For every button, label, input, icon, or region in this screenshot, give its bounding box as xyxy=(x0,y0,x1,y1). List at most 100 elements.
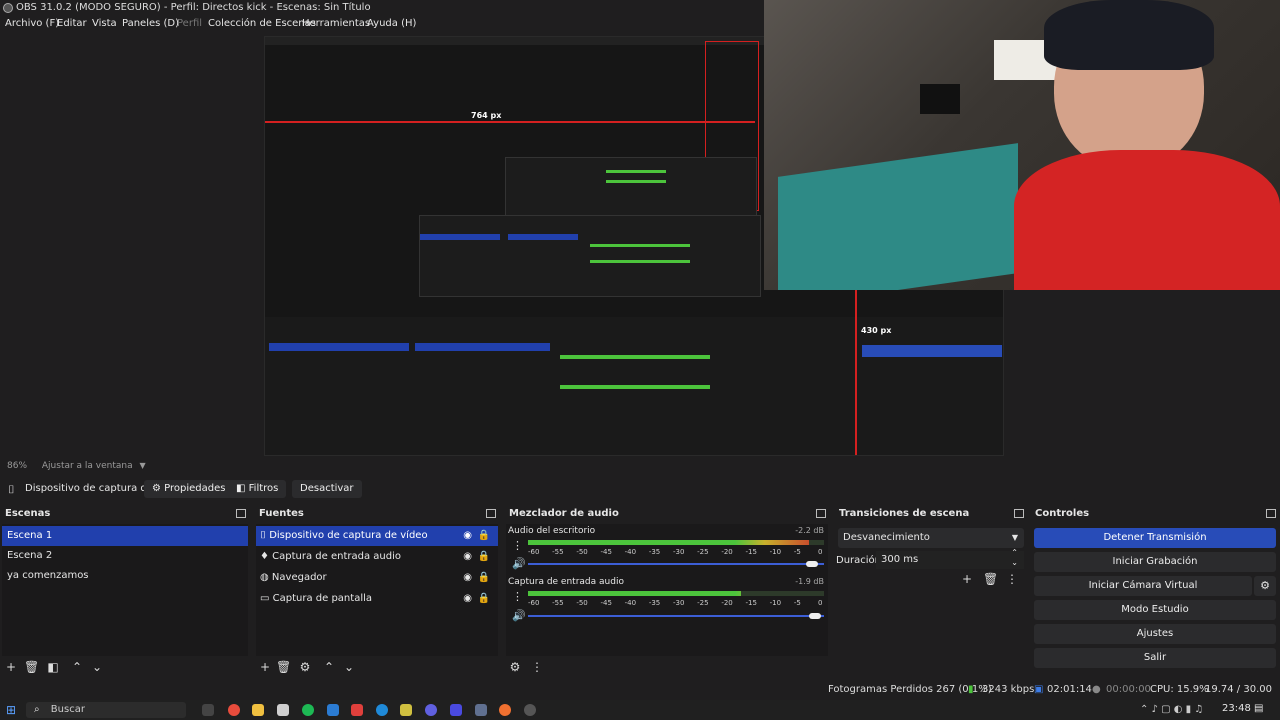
task-view-icon[interactable] xyxy=(202,704,214,716)
undock-icon[interactable] xyxy=(1014,509,1024,518)
eye-icon[interactable]: ◉ xyxy=(463,526,472,546)
eye-icon[interactable]: ◉ xyxy=(463,568,472,588)
meter-tick-label: -20 xyxy=(721,548,733,556)
undock-icon[interactable] xyxy=(1266,509,1276,518)
speaker-icon[interactable]: 🔊 xyxy=(512,557,526,570)
filters-button[interactable]: ◧ Filtros xyxy=(228,480,287,498)
menu-perfil[interactable]: Perfil xyxy=(177,16,202,32)
scene-item[interactable]: Escena 1 xyxy=(2,526,248,546)
mixer-settings-icon[interactable]: ⚙ xyxy=(508,660,522,674)
eye-icon[interactable]: ◉ xyxy=(463,547,472,567)
lock-icon[interactable]: 🔒 xyxy=(478,568,490,588)
menu-vista[interactable]: Vista xyxy=(92,16,117,32)
add-icon[interactable]: + xyxy=(4,660,18,674)
source-label: Dispositivo de captura de vídeo xyxy=(269,530,428,541)
app-icon[interactable] xyxy=(351,704,363,716)
exit-button[interactable]: Salir xyxy=(1034,648,1276,668)
studio-mode-button[interactable]: Modo Estudio xyxy=(1034,600,1276,620)
gear-icon[interactable]: ⚙ xyxy=(298,660,312,674)
meter-tick-label: -45 xyxy=(600,548,612,556)
arrow-down-icon[interactable]: ⌄ xyxy=(342,660,356,674)
trash-icon[interactable]: 🗑 xyxy=(24,660,39,674)
stop-streaming-button[interactable]: Detener Transmisión xyxy=(1034,528,1276,548)
undock-icon[interactable] xyxy=(816,509,826,518)
zoom-indicator[interactable]: 86% Ajustar a la ventana ▼ xyxy=(7,461,146,471)
file-explorer-icon[interactable] xyxy=(252,704,264,716)
meter-tick-label: -40 xyxy=(624,548,637,556)
outlook-icon[interactable] xyxy=(327,704,339,716)
scenes-dock: Escenas Escena 1 Escena 2 ya comenzamos … xyxy=(0,506,250,678)
windows-start-icon[interactable]: ⊞ xyxy=(6,703,16,717)
speaker-icon[interactable]: 🔊 xyxy=(512,609,526,622)
lock-icon[interactable]: 🔒 xyxy=(478,547,490,567)
spinner-icon[interactable]: ⌃ ⌄ xyxy=(1011,548,1018,568)
kebab-menu-icon[interactable]: ⋮ xyxy=(530,660,544,674)
meter-tick-label: -60 xyxy=(528,548,540,556)
undock-icon[interactable] xyxy=(236,509,246,518)
volume-slider-knob[interactable] xyxy=(809,613,822,619)
nested-docks xyxy=(265,317,1003,455)
spotify-icon[interactable] xyxy=(302,704,314,716)
edge-icon[interactable] xyxy=(376,704,388,716)
add-icon[interactable]: + xyxy=(960,572,974,586)
meter-tick-label: -10 xyxy=(769,548,782,556)
kebab-menu-icon[interactable]: ⋮ xyxy=(1005,572,1019,586)
app-icon[interactable] xyxy=(475,704,487,716)
properties-button[interactable]: ⚙ Propiedades xyxy=(144,480,234,498)
kebab-menu-icon[interactable]: ⋮ xyxy=(512,590,523,603)
start-recording-button[interactable]: Iniciar Grabación xyxy=(1034,552,1276,572)
taskbar-search[interactable]: ⌕ Buscar xyxy=(26,702,186,718)
lock-icon[interactable]: 🔒 xyxy=(478,526,490,546)
app-icon[interactable] xyxy=(400,704,412,716)
eye-icon[interactable]: ◉ xyxy=(463,589,472,609)
notepad-icon[interactable] xyxy=(277,704,289,716)
notifications-icon[interactable]: ▤ xyxy=(1254,703,1263,714)
firefox-icon[interactable] xyxy=(499,704,511,716)
system-tray-icons[interactable]: ⌃ ♪ ▢ ◐ ▮ ♫ xyxy=(1140,704,1203,715)
webcam-blanket xyxy=(778,143,1018,290)
menu-ayuda[interactable]: Ayuda (H) xyxy=(367,16,416,32)
scene-item[interactable]: ya comenzamos xyxy=(2,566,248,586)
sources-dock-header: Fuentes xyxy=(254,506,500,522)
measure-label-wide: 764 px xyxy=(471,111,502,120)
settings-button[interactable]: Ajustes xyxy=(1034,624,1276,644)
source-item[interactable]: ♦ Captura de entrada audio ◉ 🔒 xyxy=(256,547,498,567)
menu-editar[interactable]: Editar xyxy=(57,16,87,32)
meter-tick-label: -25 xyxy=(697,548,709,556)
menu-coleccion-escenas[interactable]: Colección de Escenas xyxy=(208,16,316,32)
obs-icon[interactable] xyxy=(524,704,536,716)
kebab-menu-icon[interactable]: ⋮ xyxy=(512,539,523,552)
app-icon[interactable] xyxy=(425,704,437,716)
trash-icon[interactable]: 🗑 xyxy=(983,572,998,586)
arrow-up-icon[interactable]: ⌃ xyxy=(322,660,336,674)
source-item[interactable]: ◍ Navegador ◉ 🔒 xyxy=(256,568,498,588)
transition-type-select[interactable]: Desvanecimiento ▼ xyxy=(838,528,1024,548)
scene-item[interactable]: Escena 2 xyxy=(2,546,248,566)
mixer-footer: ⚙ ⋮ xyxy=(504,656,830,678)
source-item[interactable]: ▭ Captura de pantalla ◉ 🔒 xyxy=(256,589,498,609)
source-item[interactable]: ⌷ Dispositivo de captura de vídeo ◉ 🔒 xyxy=(256,526,498,546)
lock-icon[interactable]: 🔒 xyxy=(478,589,490,609)
undock-icon[interactable] xyxy=(486,509,496,518)
gear-icon[interactable]: ⚙ xyxy=(1254,576,1276,596)
sources-title: Fuentes xyxy=(259,508,304,519)
menu-herramientas[interactable]: Herramientas xyxy=(302,16,370,32)
filter-icon[interactable]: ◧ xyxy=(46,660,60,674)
duration-label: Duración xyxy=(836,555,882,566)
trash-icon[interactable]: 🗑 xyxy=(276,660,291,674)
start-virtual-camera-button[interactable]: Iniciar Cámara Virtual xyxy=(1034,576,1252,596)
app-icon[interactable] xyxy=(450,704,462,716)
arrow-up-icon[interactable]: ⌃ xyxy=(70,660,84,674)
chrome-icon[interactable] xyxy=(228,704,240,716)
chevron-down-icon: ▼ xyxy=(1011,533,1018,542)
arrow-down-icon[interactable]: ⌄ xyxy=(90,660,104,674)
volume-slider[interactable] xyxy=(528,615,824,617)
menu-paneles[interactable]: Paneles (D) xyxy=(122,16,179,32)
duration-input[interactable]: 300 ms ⌃ ⌄ xyxy=(876,548,1024,569)
volume-slider[interactable] xyxy=(528,563,824,565)
volume-slider-knob[interactable] xyxy=(806,561,819,567)
taskbar-clock[interactable]: 23:48 xyxy=(1222,703,1251,714)
deactivate-button[interactable]: Desactivar xyxy=(292,480,362,498)
menu-archivo[interactable]: Archivo (F) xyxy=(5,16,59,32)
add-icon[interactable]: + xyxy=(258,660,272,674)
